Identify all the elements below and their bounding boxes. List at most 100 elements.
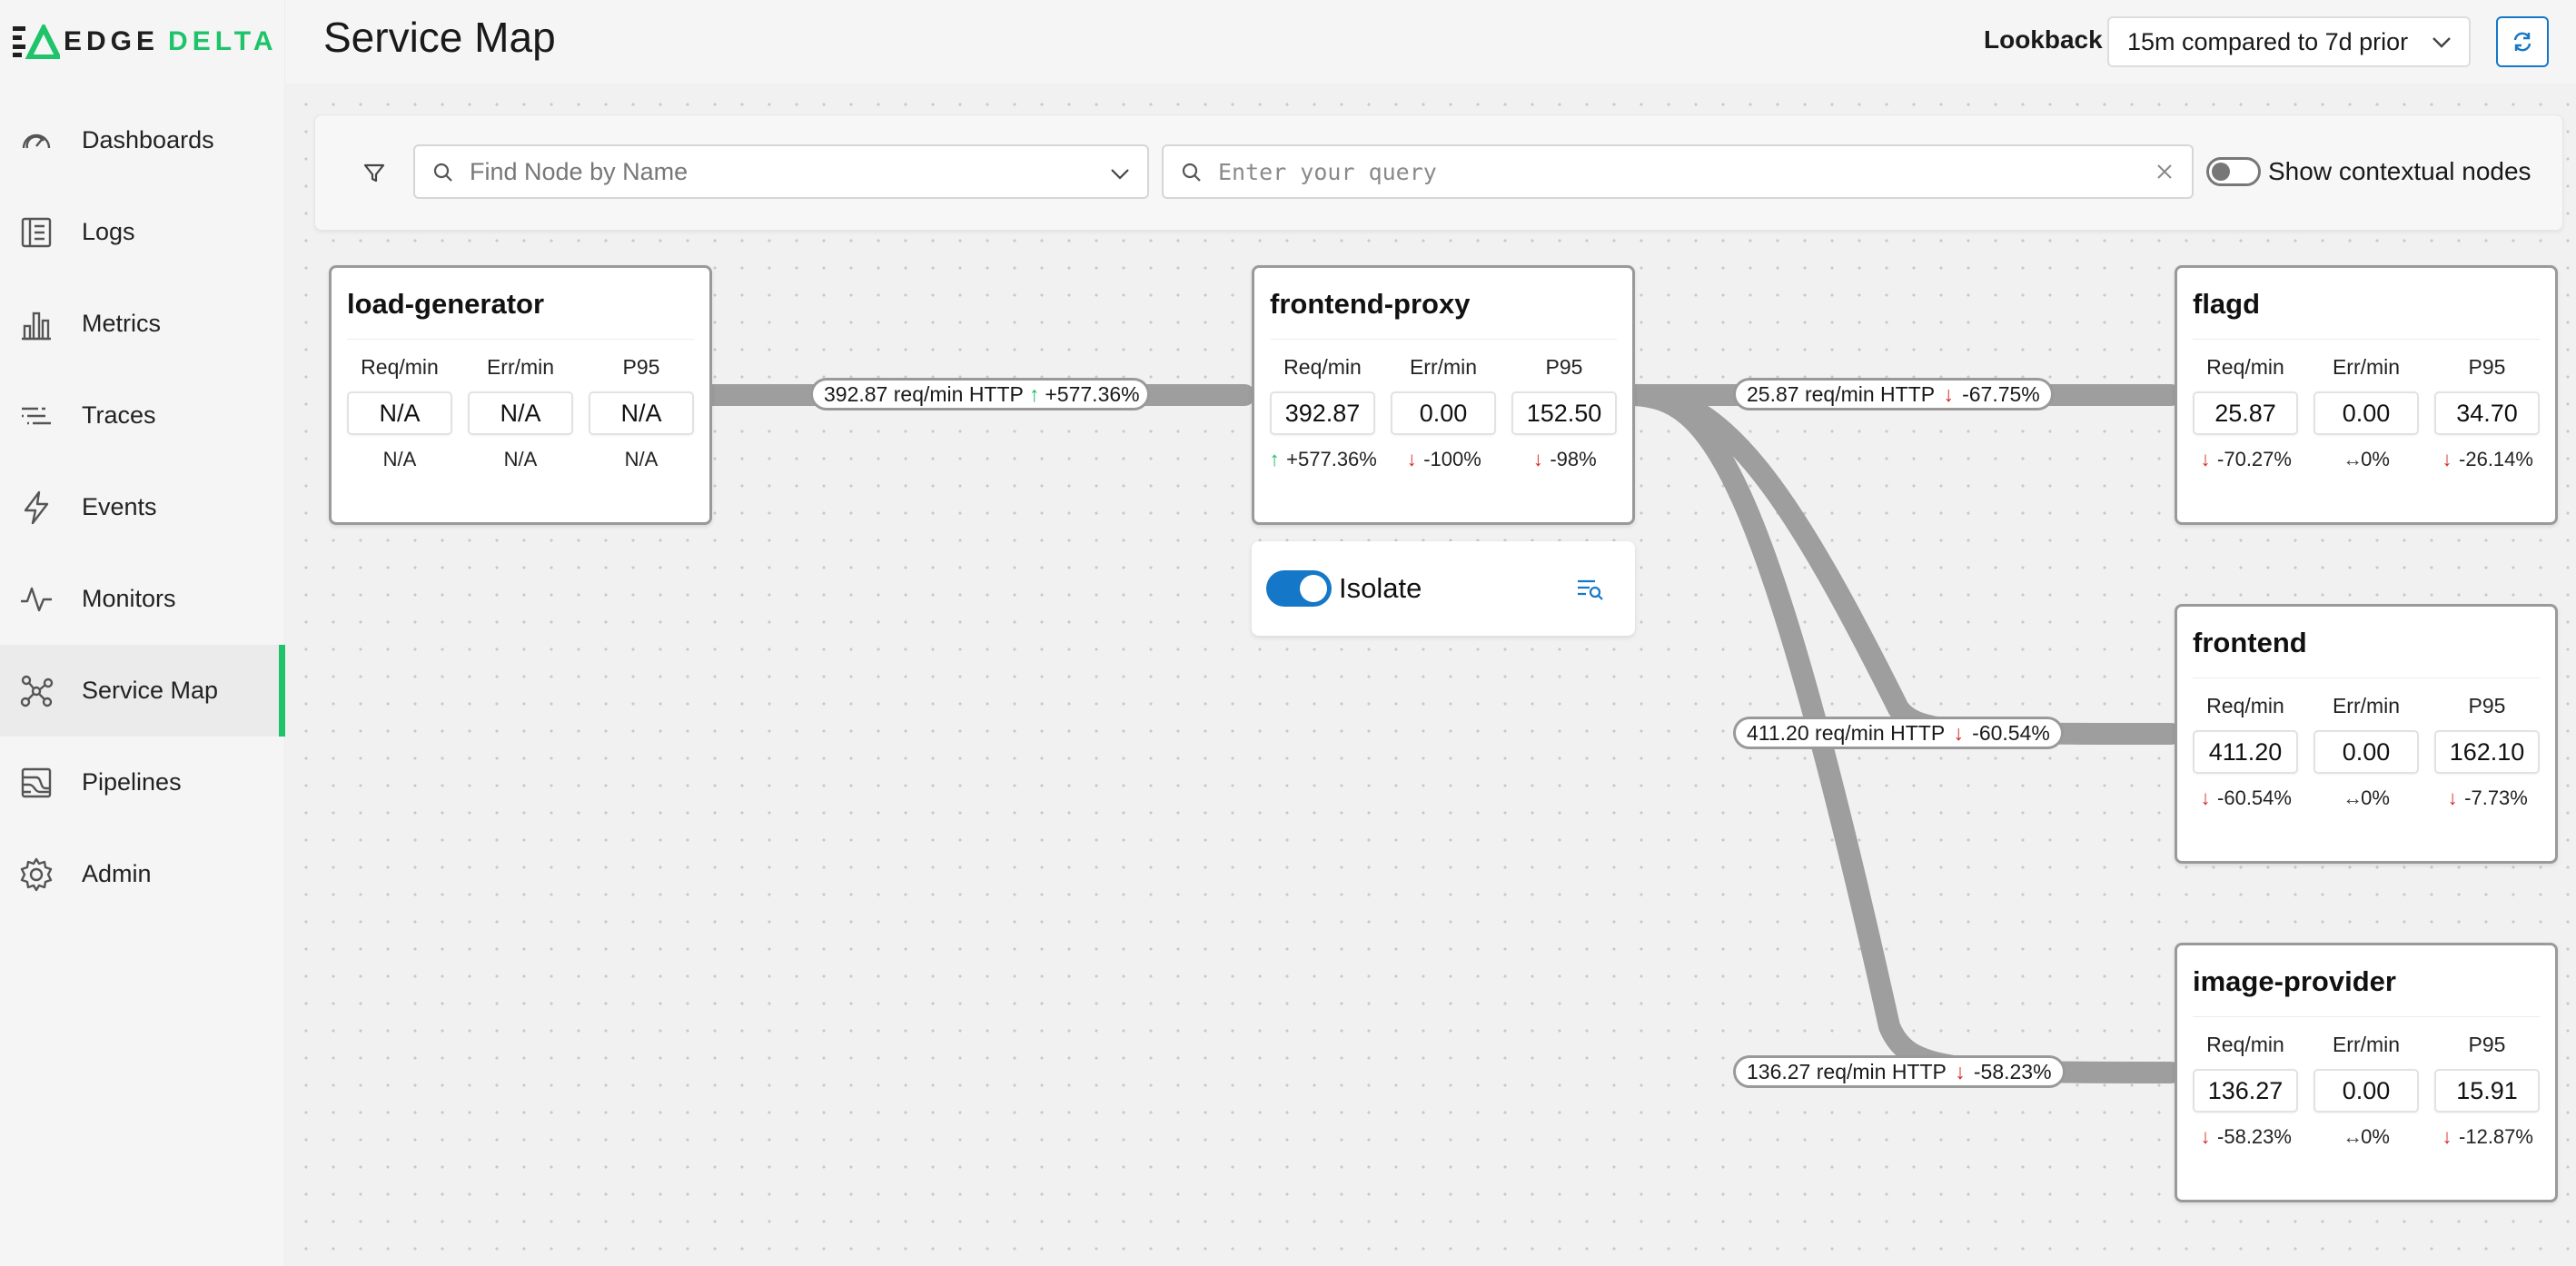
metric-err: Err/min 0.00 ↔ 0% <box>2313 1033 2419 1149</box>
metric-value: 411.20 <box>2193 730 2298 774</box>
node-metrics: Req/min 411.20 ↓ -60.54% Err/min 0.00 ↔ 0%… <box>2193 694 2540 810</box>
divider <box>1270 339 1617 340</box>
metric-p95: P95 15.91 ↓ -12.87% <box>2434 1033 2540 1149</box>
metric-delta: ↑ +577.36% <box>1268 448 1377 471</box>
sidebar-item-traces[interactable]: Traces <box>0 370 285 461</box>
edge-change: -60.54% <box>1972 720 2050 745</box>
node-metrics: Req/min 136.27 ↓ -58.23% Err/min 0.00 ↔ 0%… <box>2193 1033 2540 1149</box>
metric-header: Err/min <box>2332 355 2401 379</box>
delta-value: -98% <box>1550 448 1597 470</box>
lookback-select[interactable]: 15m compared to 7d prior <box>2107 16 2471 67</box>
metric-value: 25.87 <box>2193 391 2298 435</box>
brand-logo[interactable]: EDGE DELTA <box>13 22 278 60</box>
metric-header: Req/min <box>2206 694 2284 717</box>
sidebar-item-monitors[interactable]: Monitors <box>0 553 285 645</box>
node-title: flagd <box>2193 288 2261 320</box>
edge-label[interactable]: 136.27 req/min HTTP ↓ -58.23% <box>1733 1055 2066 1088</box>
sidebar-item-pipelines[interactable]: Pipelines <box>0 737 285 828</box>
metric-value: 392.87 <box>1270 391 1375 435</box>
sidebar-item-logs[interactable]: Logs <box>0 186 285 278</box>
node-title: frontend-proxy <box>1270 288 1471 320</box>
service-map-icon <box>18 673 54 709</box>
metric-value: 34.70 <box>2434 391 2540 435</box>
metric-delta: ↓ -60.54% <box>2199 786 2292 810</box>
contextual-nodes-toggle[interactable] <box>2206 157 2261 186</box>
metric-req: Req/min 411.20 ↓ -60.54% <box>2193 694 2298 810</box>
metric-value: N/A <box>589 391 694 435</box>
arrow-down-icon: ↓ <box>1943 381 1954 406</box>
contextual-nodes-label: Show contextual nodes <box>2268 157 2531 185</box>
metric-req: Req/min N/A N/A <box>347 355 452 471</box>
pipelines-icon <box>18 765 54 801</box>
sidebar-item-metrics[interactable]: Metrics <box>0 278 285 370</box>
sidebar-item-service-map[interactable]: Service Map <box>0 645 285 737</box>
metric-header: Err/min <box>2332 1033 2401 1056</box>
delta-value: -58.23% <box>2217 1125 2292 1148</box>
metric-err: Err/min N/A N/A <box>468 355 573 471</box>
service-node-frontend-proxy[interactable]: frontend-proxy Req/min 392.87 ↑ +577.36% … <box>1252 265 1635 525</box>
edge-label[interactable]: 411.20 req/min HTTP ↓ -60.54% <box>1733 717 2064 749</box>
isolate-panel: Isolate <box>1252 541 1635 636</box>
metric-delta: ↓ -70.27% <box>2199 448 2292 471</box>
service-node-frontend[interactable]: frontend Req/min 411.20 ↓ -60.54% Err/min… <box>2175 604 2558 864</box>
metric-delta: ↔ 0% <box>2343 1125 2390 1149</box>
metric-delta: N/A <box>383 448 417 471</box>
brand-name-right: DELTA <box>168 26 278 56</box>
node-title: image-provider <box>2193 965 2396 997</box>
search-logs-icon[interactable] <box>1575 574 1604 603</box>
edge-change: -67.75% <box>1962 381 2040 406</box>
arrow-down-icon: ↓ <box>2200 786 2211 809</box>
divider <box>347 339 694 340</box>
query-input[interactable]: Enter your query <box>1162 144 2194 199</box>
arrow-down-icon: ↓ <box>2447 786 2458 809</box>
sidebar-item-label: Admin <box>82 860 152 887</box>
sidebar-item-dashboards[interactable]: Dashboards <box>0 94 285 186</box>
metric-delta: ↓ -98% <box>1531 448 1597 471</box>
metric-value: N/A <box>347 391 452 435</box>
metric-value: N/A <box>468 391 573 435</box>
edge-rate: 392.87 req/min HTTP <box>824 381 1024 406</box>
close-icon[interactable] <box>2154 161 2175 183</box>
metric-req: Req/min 136.27 ↓ -58.23% <box>2193 1033 2298 1149</box>
delta-value: -60.54% <box>2217 786 2292 809</box>
traces-icon <box>18 398 54 434</box>
gauge-icon <box>18 123 54 159</box>
delta-value: -100% <box>1423 448 1481 470</box>
metric-p95: P95 N/A N/A <box>589 355 694 471</box>
delta-value: 0% <box>2361 1125 2390 1148</box>
delta-value: 0% <box>2361 448 2390 470</box>
metric-header: Req/min <box>2206 355 2284 379</box>
lightning-icon <box>18 490 54 526</box>
sidebar-item-label: Logs <box>82 218 135 245</box>
metric-value: 136.27 <box>2193 1069 2298 1113</box>
find-node-select[interactable]: Find Node by Name <box>413 144 1149 199</box>
edge-label[interactable]: 25.87 req/min HTTP ↓ -67.75% <box>1733 378 2054 410</box>
edge-label[interactable]: 392.87 req/min HTTP ↑ +577.36% <box>810 378 1150 410</box>
isolate-toggle[interactable] <box>1266 570 1332 607</box>
refresh-button[interactable] <box>2496 16 2549 67</box>
arrow-down-icon: ↓ <box>2200 1125 2211 1148</box>
chevron-down-icon <box>1111 169 1129 180</box>
sidebar-item-admin[interactable]: Admin <box>0 828 285 920</box>
metric-value: 0.00 <box>1391 391 1496 435</box>
sidebar-item-events[interactable]: Events <box>0 461 285 553</box>
sidebar-item-label: Service Map <box>82 677 219 704</box>
filter-icon[interactable] <box>361 159 388 186</box>
metric-delta: N/A <box>625 448 659 471</box>
service-node-load-generator[interactable]: load-generator Req/min N/A N/A Err/min N… <box>329 265 712 525</box>
delta-value: N/A <box>382 448 417 470</box>
service-node-flagd[interactable]: flagd Req/min 25.87 ↓ -70.27% Err/min 0.0… <box>2175 265 2558 525</box>
sidebar-item-label: Dashboards <box>82 126 214 153</box>
brand-name-left: EDGE <box>64 26 160 56</box>
divider <box>2193 339 2540 340</box>
metric-header: P95 <box>1545 355 1583 379</box>
metric-header: Err/min <box>1409 355 1478 379</box>
delta-value: -7.73% <box>2464 786 2528 809</box>
metric-p95: P95 34.70 ↓ -26.14% <box>2434 355 2540 471</box>
arrow-down-icon: ↓ <box>1953 720 1964 745</box>
metric-delta: ↓ -7.73% <box>2446 786 2528 810</box>
metric-req: Req/min 392.87 ↑ +577.36% <box>1268 355 1377 471</box>
service-node-image-provider[interactable]: image-provider Req/min 136.27 ↓ -58.23% E… <box>2175 943 2558 1202</box>
node-metrics: Req/min 392.87 ↑ +577.36% Err/min 0.00 ↓ -… <box>1270 355 1617 471</box>
bar-chart-icon <box>18 306 54 342</box>
